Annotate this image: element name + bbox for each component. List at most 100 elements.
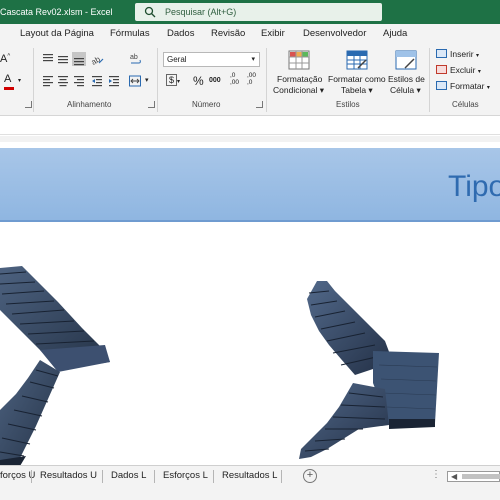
format-cells-label: Formatar [450,81,485,91]
search-box[interactable]: Pesquisar (Alt+G) [135,3,382,21]
format-as-table-label-1: Formatar como [328,74,386,84]
tab-separator [102,470,103,483]
insert-cells-label: Inserir [450,49,474,59]
increase-decimal-icon-lower: ,00 [230,79,240,86]
decrease-indent-icon[interactable] [90,74,104,88]
group-label-number: Número [192,100,221,109]
sheet-tab-resultados-l[interactable]: Resultados L [222,470,277,481]
cell-styles-label-2-wrap: Célula ▾ [390,85,421,95]
sheet-tab-dados-l[interactable]: Dados L [111,470,146,481]
tab-formulas[interactable]: Fórmulas [110,28,150,39]
group-separator [33,48,34,112]
chevron-down-icon: ▾ [18,78,22,84]
window-title: Cascata Rev02.xlsm - Excel [0,7,113,17]
merge-center-icon[interactable] [128,74,142,88]
banner-title: Tipo [448,170,500,203]
font-color-bar [4,87,14,90]
insert-cells-icon [436,49,447,58]
group-separator [429,48,430,112]
excel-window: Cascata Rev02.xlsm - Excel Pesquisar (Al… [0,0,500,500]
search-icon [144,6,156,18]
font-color-letter: A [4,73,12,85]
sheet-tab-esforcos-l[interactable]: Esforços L [163,470,208,481]
chevron-down-icon: ▾ [251,56,255,63]
font-color-button[interactable]: A ▾ [4,73,21,90]
align-center-icon[interactable] [56,74,70,88]
increase-decimal-icon: ,0 [230,72,236,79]
plus-circle-icon[interactable]: + [303,469,317,483]
cell-styles-icon [395,50,417,70]
align-top-icon[interactable] [41,52,55,66]
sheet-tab-resultados-u[interactable]: Resultados U [40,470,97,481]
conditional-formatting-label-2-wrap: Condicional ▾ [273,85,325,95]
increase-indent-icon[interactable] [107,74,121,88]
conditional-formatting-label-1: Formatação [277,74,323,84]
tab-review[interactable]: Revisão [211,28,245,39]
group-label-alignment: Alinhamento [67,100,112,109]
group-label-styles: Estilos [336,100,360,109]
thousands-button[interactable]: 000 [209,77,221,84]
title-bar: Cascata Rev02.xlsm - Excel Pesquisar (Al… [0,0,500,24]
status-bar [0,487,500,500]
horizontal-scrollbar[interactable]: ◀ [447,471,500,482]
increase-decimal-button[interactable]: ,0,00 [230,72,239,86]
align-middle-icon[interactable] [56,52,70,66]
more-options-icon[interactable]: ⋮ [431,469,441,480]
format-cells-icon [436,81,447,90]
decrease-decimal-icon-lower: ,0 [247,79,253,86]
alignment-launcher-icon[interactable] [148,101,155,108]
align-left-icon[interactable] [41,74,55,88]
tab-separator [213,470,214,483]
tab-data[interactable]: Dados [167,28,194,39]
group-separator [157,48,158,112]
grow-font-button[interactable]: A^ [0,53,10,65]
orientation-icon[interactable]: ab [90,52,104,66]
cell-styles-label-1: Estilos de [388,74,425,84]
decrease-decimal-button[interactable]: ,00,0 [247,72,256,86]
svg-text:ab: ab [90,54,102,66]
format-as-table-icon [346,50,368,70]
search-placeholder: Pesquisar (Alt+G) [165,7,237,17]
delete-cells-icon [436,65,447,74]
ribbon-tabs: Layout da Página Fórmulas Dados Revisão … [0,24,500,44]
cell-styles-label-2: Célula [390,85,415,95]
conditional-formatting-icon [288,50,310,70]
worksheet-area[interactable]: Tipo [0,136,500,470]
wrap-text-icon[interactable]: ab [128,52,142,66]
ribbon: A^ A ▾ ab ab ▾ Alinhamento Geral ▾ $ ▾ %… [0,44,500,116]
cell-styles-button[interactable]: Estilos de Célula ▾ [386,48,426,98]
group-separator [266,48,267,112]
tab-separator [281,470,282,483]
formula-bar[interactable] [0,117,500,135]
staircase-image-right [299,281,439,459]
delete-cells-button[interactable]: Excluir ▾ [436,65,481,75]
number-format-dropdown[interactable]: Geral ▾ [163,52,260,67]
tab-view[interactable]: Exibir [261,28,285,39]
tab-help[interactable]: Ajuda [383,28,407,39]
chevron-down-icon[interactable]: ▾ [145,76,149,84]
align-bottom-icon[interactable] [72,52,86,66]
currency-icon: $ [166,74,178,86]
group-label-cells: Células [452,100,479,109]
format-as-table-label-2: Tabela [341,85,367,95]
delete-cells-label: Excluir [450,65,476,75]
conditional-formatting-label-2: Condicional [273,85,318,95]
scrollbar-thumb[interactable] [462,474,500,479]
tab-separator [31,470,32,483]
tab-developer[interactable]: Desenvolvedor [303,28,366,39]
tab-page-layout[interactable]: Layout da Página [20,28,94,39]
format-cells-button[interactable]: Formatar ▾ [436,81,490,91]
chevron-left-icon[interactable]: ◀ [451,472,457,481]
sheet-tab-bar: forços U Resultados U Dados L Esforços L… [0,465,500,487]
format-as-table-label-2-wrap: Tabela ▾ [341,85,373,95]
format-as-table-button[interactable]: Formatar como Tabela ▾ [326,48,386,98]
sheet-banner: Tipo [0,148,500,222]
font-launcher-icon[interactable] [25,101,32,108]
staircase-image-left [0,266,110,470]
insert-cells-button[interactable]: Inserir ▾ [436,49,479,59]
currency-button[interactable]: $ ▾ [166,74,180,86]
percent-button[interactable]: % [193,74,204,88]
number-launcher-icon[interactable] [256,101,263,108]
conditional-formatting-button[interactable]: Formatação Condicional ▾ [272,48,324,98]
align-right-icon[interactable] [72,74,86,88]
